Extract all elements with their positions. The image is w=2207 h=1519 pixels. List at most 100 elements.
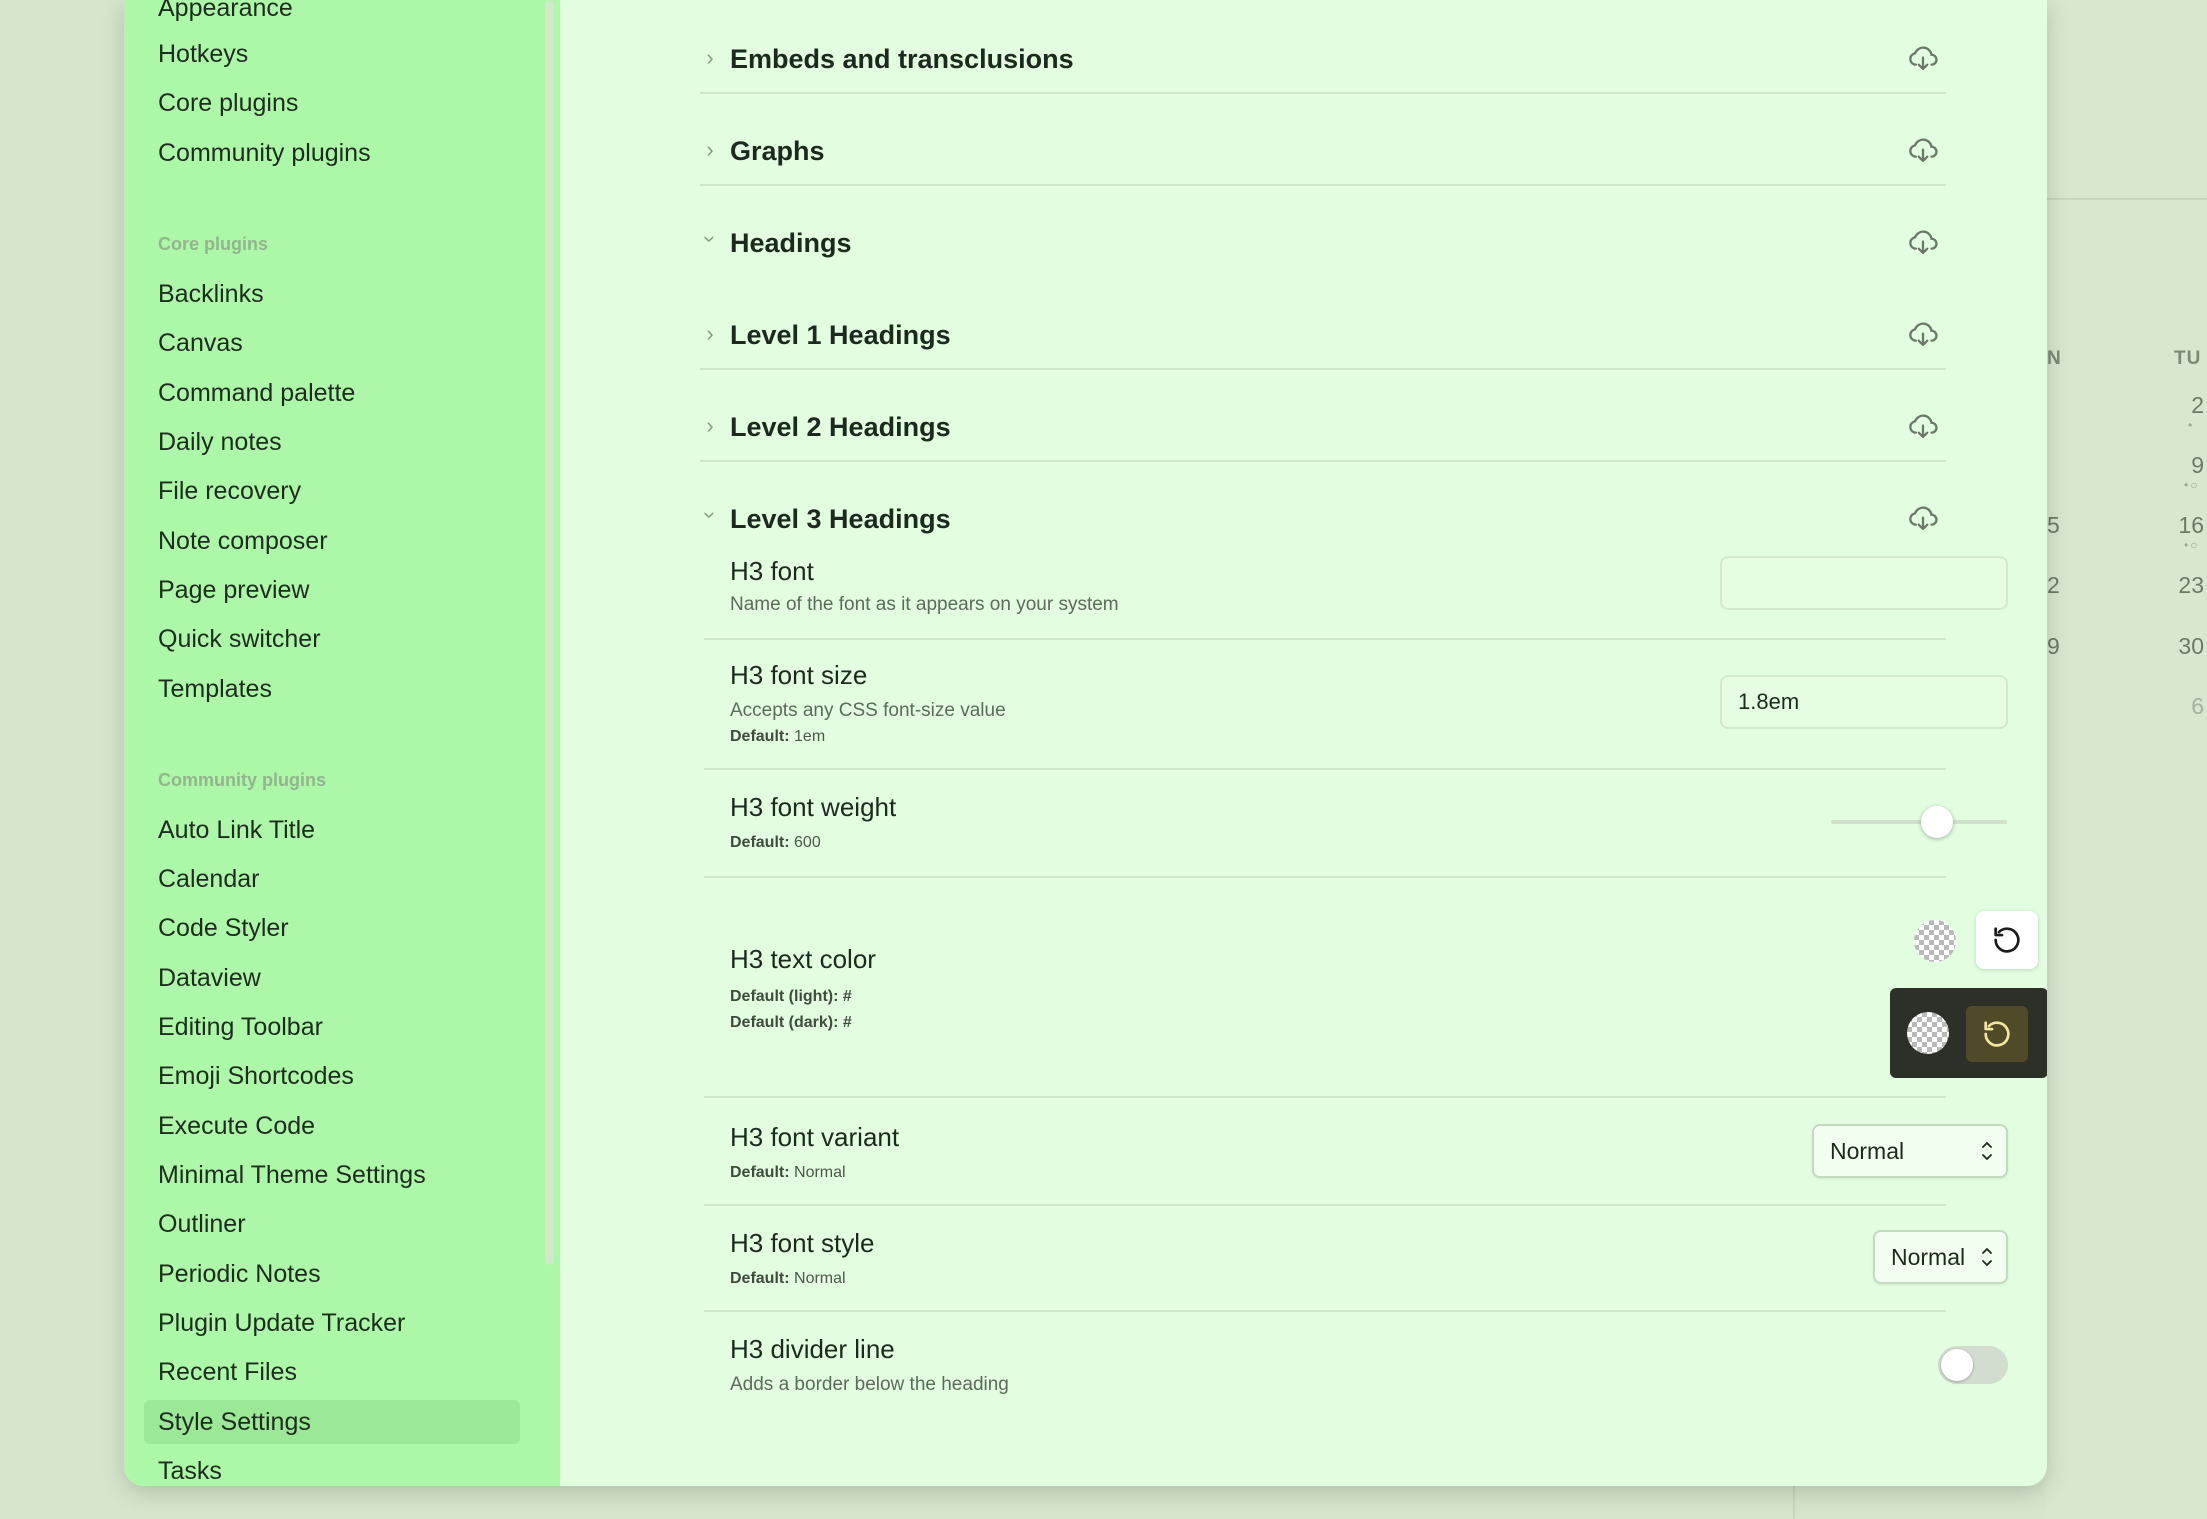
sidebar-item-outliner[interactable]: Outliner [144, 1202, 520, 1246]
calendar-day[interactable]: 5 [2047, 512, 2060, 539]
h3-font-input[interactable] [1720, 556, 2008, 610]
setting-h3-font-variant: H3 font variant Default: Normal Normal [704, 1098, 2008, 1206]
calendar-day[interactable]: 9 [2180, 452, 2204, 479]
sidebar-item-daily-notes[interactable]: Daily notes [144, 420, 520, 464]
reset-icon[interactable] [2044, 1239, 2047, 1275]
sidebar-item-style-settings[interactable]: Style Settings [144, 1400, 520, 1444]
calendar-dots: • [2188, 418, 2195, 432]
cloud-download-icon[interactable] [1906, 410, 1940, 444]
setting-default: Default: 600 [730, 834, 821, 851]
reset-icon[interactable] [2044, 685, 2047, 721]
group-level-2-headings[interactable]: › Level 2 Headings [700, 368, 1946, 462]
cloud-download-icon[interactable] [1906, 134, 1940, 168]
light-reset-button[interactable] [1976, 911, 2038, 969]
sidebar-item-execute-code[interactable]: Execute Code [144, 1104, 520, 1148]
calendar-dots: •○ [2184, 538, 2200, 552]
setting-default: Default: 1em [730, 728, 826, 745]
cloud-download-icon[interactable] [1906, 318, 1940, 352]
chevron-down-icon: › [698, 511, 723, 519]
sidebar-item-hotkeys[interactable]: Hotkeys [144, 32, 520, 76]
settings-modal: Appearance Hotkeys Core plugins Communit… [124, 0, 2047, 1486]
chevron-right-icon: › [706, 321, 714, 346]
sidebar-item-dataview[interactable]: Dataview [144, 956, 520, 1000]
toggle-knob [1941, 1349, 1973, 1381]
sidebar-item-file-recovery[interactable]: File recovery [144, 469, 520, 513]
group-level-3-headings[interactable]: › Level 3 Headings [698, 460, 1946, 552]
setting-name: H3 font size [730, 660, 868, 690]
chevron-down-icon: › [698, 235, 723, 243]
style-settings-content: › Embeds and transclusions › Graphs › He… [560, 0, 2047, 1486]
sidebar-item-community-plugins[interactable]: Community plugins [144, 131, 520, 175]
dark-color-swatch[interactable] [1907, 1012, 1949, 1054]
h3-divider-line-toggle[interactable] [1938, 1346, 2008, 1384]
group-level-1-headings[interactable]: › Level 1 Headings [700, 276, 1946, 370]
sidebar-item-editing-toolbar[interactable]: Editing Toolbar [144, 1005, 520, 1049]
reset-icon[interactable] [2044, 804, 2047, 840]
setting-h3-divider-line: H3 divider line Adds a border below the … [704, 1312, 2008, 1416]
sidebar-item-page-preview[interactable]: Page preview [144, 568, 520, 612]
group-headings[interactable]: › Headings [698, 184, 1946, 276]
setting-name: H3 divider line [730, 1334, 895, 1364]
sidebar-item-recent-files[interactable]: Recent Files [144, 1350, 520, 1394]
setting-name: H3 text color [730, 944, 876, 974]
sidebar-item-appearance[interactable]: Appearance [144, 0, 520, 30]
group-graphs[interactable]: › Graphs [700, 92, 1946, 186]
calendar-day[interactable]: 23 [2172, 572, 2204, 599]
sidebar-scrollbar[interactable] [545, 0, 554, 1265]
reset-icon [1994, 927, 2020, 953]
chevron-right-icon: › [706, 137, 714, 162]
slider-thumb[interactable] [1920, 806, 1953, 838]
background-divider [2045, 198, 2207, 200]
sidebar-item-command-palette[interactable]: Command palette [144, 371, 520, 415]
sidebar-item-templates[interactable]: Templates [144, 667, 520, 711]
reset-icon [1984, 1021, 2010, 1047]
h3-font-size-input[interactable] [1720, 675, 2008, 729]
group-title: Embeds and transclusions [730, 44, 1074, 74]
sidebar-item-core-plugins[interactable]: Core plugins [144, 81, 520, 125]
setting-name: H3 font variant [730, 1122, 900, 1152]
sidebar-item-tasks[interactable]: Tasks [144, 1449, 520, 1486]
sidebar-item-periodic-notes[interactable]: Periodic Notes [144, 1252, 520, 1296]
sidebar-item-backlinks[interactable]: Backlinks [144, 272, 520, 316]
setting-description: Name of the font as it appears on your s… [730, 594, 1119, 615]
setting-h3-font: H3 font Name of the font as it appears o… [704, 546, 2008, 640]
reset-icon[interactable] [2044, 566, 2047, 602]
h3-font-variant-select[interactable]: Normal [1812, 1124, 2008, 1178]
sidebar-item-quick-switcher[interactable]: Quick switcher [144, 617, 520, 661]
dark-color-panel [1890, 988, 2047, 1078]
setting-description: Accepts any CSS font-size value [730, 700, 1006, 721]
setting-h3-font-size: H3 font size Accepts any CSS font-size v… [704, 640, 2008, 770]
setting-default-dark: Default (dark): # [730, 1014, 852, 1031]
cloud-download-icon[interactable] [1906, 42, 1940, 76]
calendar-dots: •○ [2184, 478, 2200, 492]
sidebar-item-code-styler[interactable]: Code Styler [144, 906, 520, 950]
cloud-download-icon[interactable] [1906, 502, 1940, 536]
h3-font-weight-slider[interactable] [1831, 806, 2007, 838]
calendar-day[interactable]: 2 [2180, 392, 2204, 419]
sidebar-item-canvas[interactable]: Canvas [144, 321, 520, 365]
group-embeds-and-transclusions[interactable]: › Embeds and transclusions [700, 0, 1946, 94]
calendar-day[interactable]: 30 [2172, 633, 2204, 660]
dark-reset-button[interactable] [1966, 1006, 2028, 1062]
setting-default: Default: Normal [730, 1270, 846, 1287]
sidebar-item-calendar[interactable]: Calendar [144, 857, 520, 901]
cloud-download-icon[interactable] [1906, 226, 1940, 260]
sidebar-item-note-composer[interactable]: Note composer [144, 519, 520, 563]
calendar-day[interactable]: 2 [2047, 572, 2060, 599]
h3-font-style-select[interactable]: Normal [1873, 1230, 2008, 1284]
select-arrows-icon [1982, 1248, 1992, 1266]
sidebar-item-minimal-theme-settings[interactable]: Minimal Theme Settings [144, 1153, 520, 1197]
calendar-day[interactable]: 6 [2180, 693, 2204, 720]
sidebar-item-auto-link-title[interactable]: Auto Link Title [144, 808, 520, 852]
group-title: Level 1 Headings [730, 320, 951, 350]
sidebar-item-plugin-update-tracker[interactable]: Plugin Update Tracker [144, 1301, 520, 1345]
light-color-swatch[interactable] [1914, 920, 1956, 962]
reset-icon[interactable] [2044, 1347, 2047, 1383]
sidebar-item-emoji-shortcodes[interactable]: Emoji Shortcodes [144, 1054, 520, 1098]
calendar-weekday-header: TU [2174, 348, 2202, 369]
calendar-day[interactable]: 16 [2172, 512, 2204, 539]
setting-default: Default: Normal [730, 1164, 846, 1181]
calendar-day[interactable]: 9 [2047, 633, 2060, 660]
reset-icon[interactable] [2044, 1133, 2047, 1169]
chevron-right-icon: › [706, 413, 714, 438]
